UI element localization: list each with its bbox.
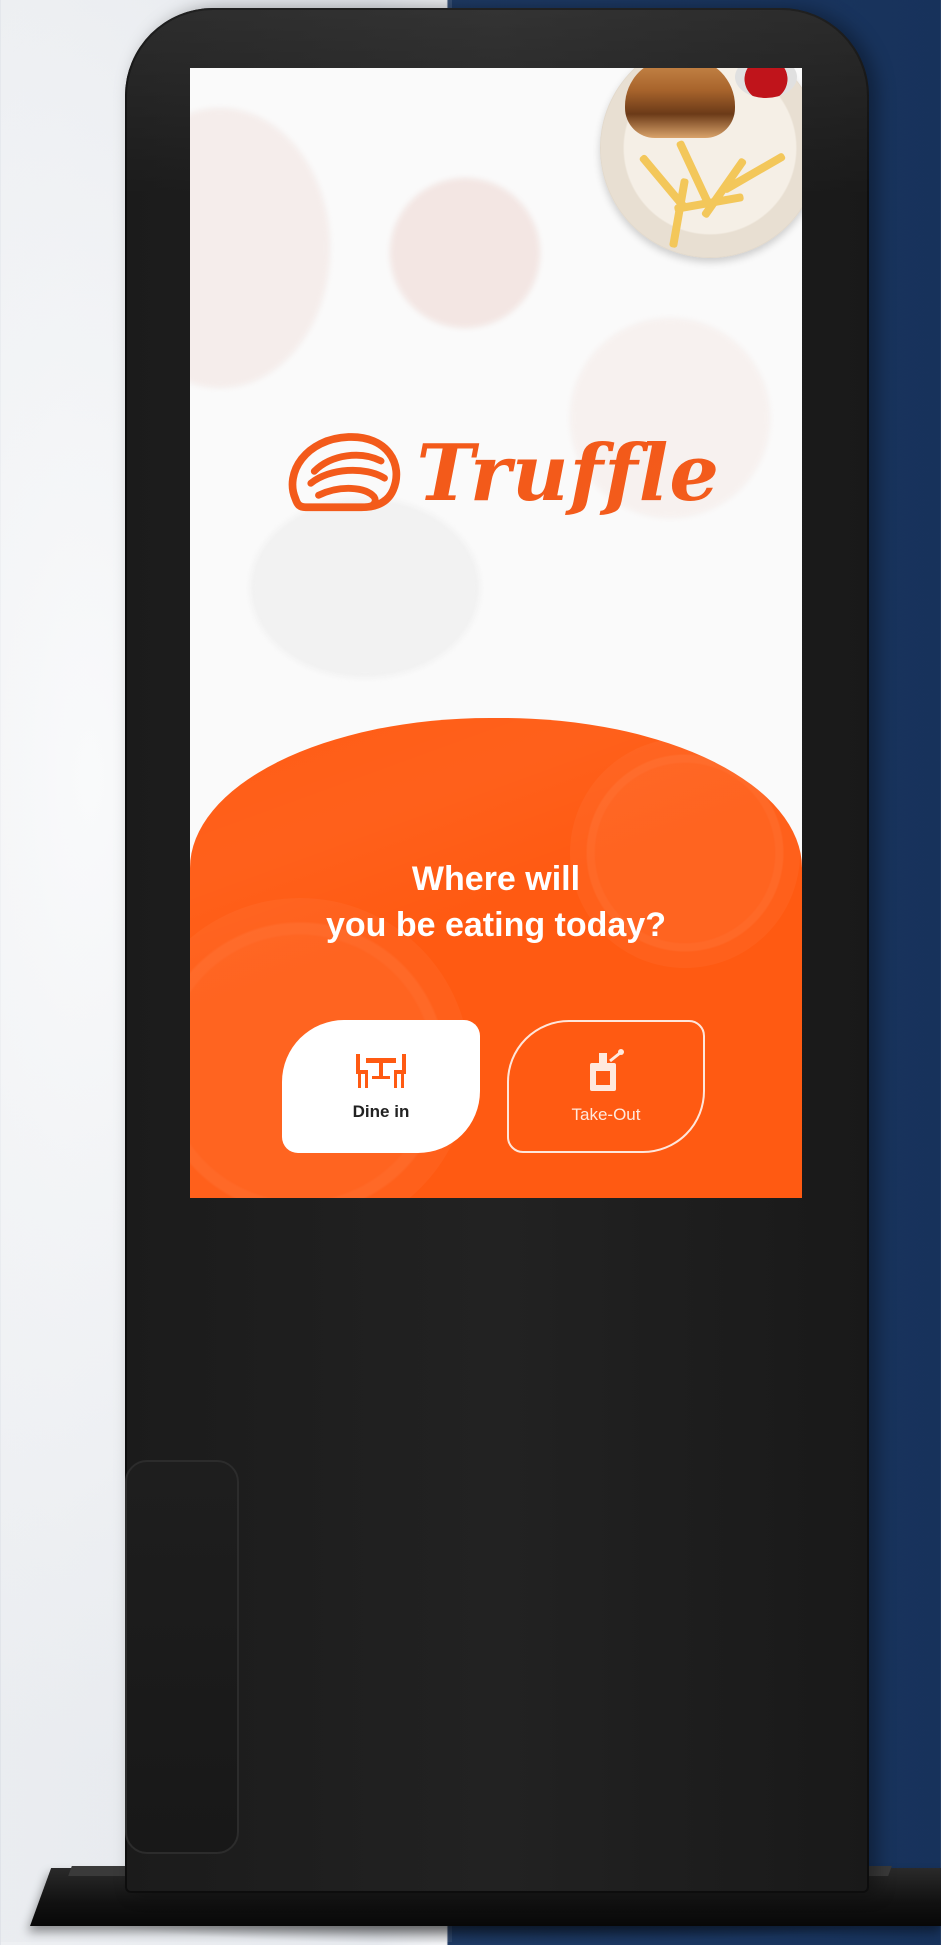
question-line-2: you be eating today? (325, 906, 667, 944)
take-out-button[interactable]: Take-Out (507, 1020, 705, 1153)
question-line-1: Where will (411, 860, 581, 898)
takeout-bag-icon (590, 1048, 624, 1091)
brand-name: Truffle (416, 427, 720, 519)
kiosk-screen: Truffle Where will you be eating today? … (190, 68, 802, 1198)
burger-image (625, 68, 735, 138)
kiosk-card-reader (125, 1460, 239, 1854)
dining-table-icon (356, 1053, 406, 1088)
truffle-logo: Truffle (280, 408, 720, 538)
dine-in-button[interactable]: Dine in (282, 1020, 480, 1153)
background-food-image (190, 108, 330, 388)
take-out-label: Take-Out (571, 1104, 641, 1124)
order-type-question: Where will you be eating today? (190, 856, 802, 948)
background-food-image (390, 178, 540, 328)
dine-in-label: Dine in (352, 1101, 410, 1121)
truffle-logo-icon (288, 433, 401, 512)
